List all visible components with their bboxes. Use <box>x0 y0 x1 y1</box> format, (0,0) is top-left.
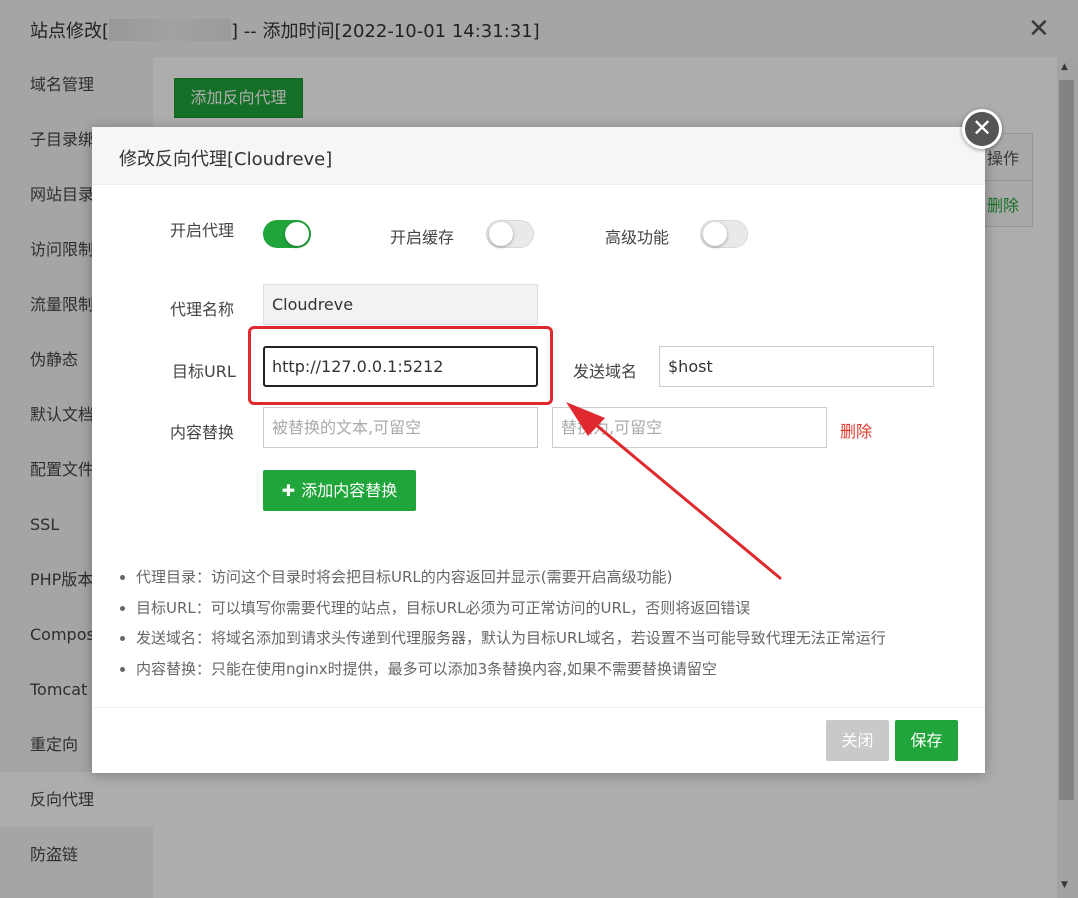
annotation-arrow-line <box>588 418 782 580</box>
annotation-arrow-head <box>566 402 605 436</box>
annotation-arrow <box>566 402 782 580</box>
